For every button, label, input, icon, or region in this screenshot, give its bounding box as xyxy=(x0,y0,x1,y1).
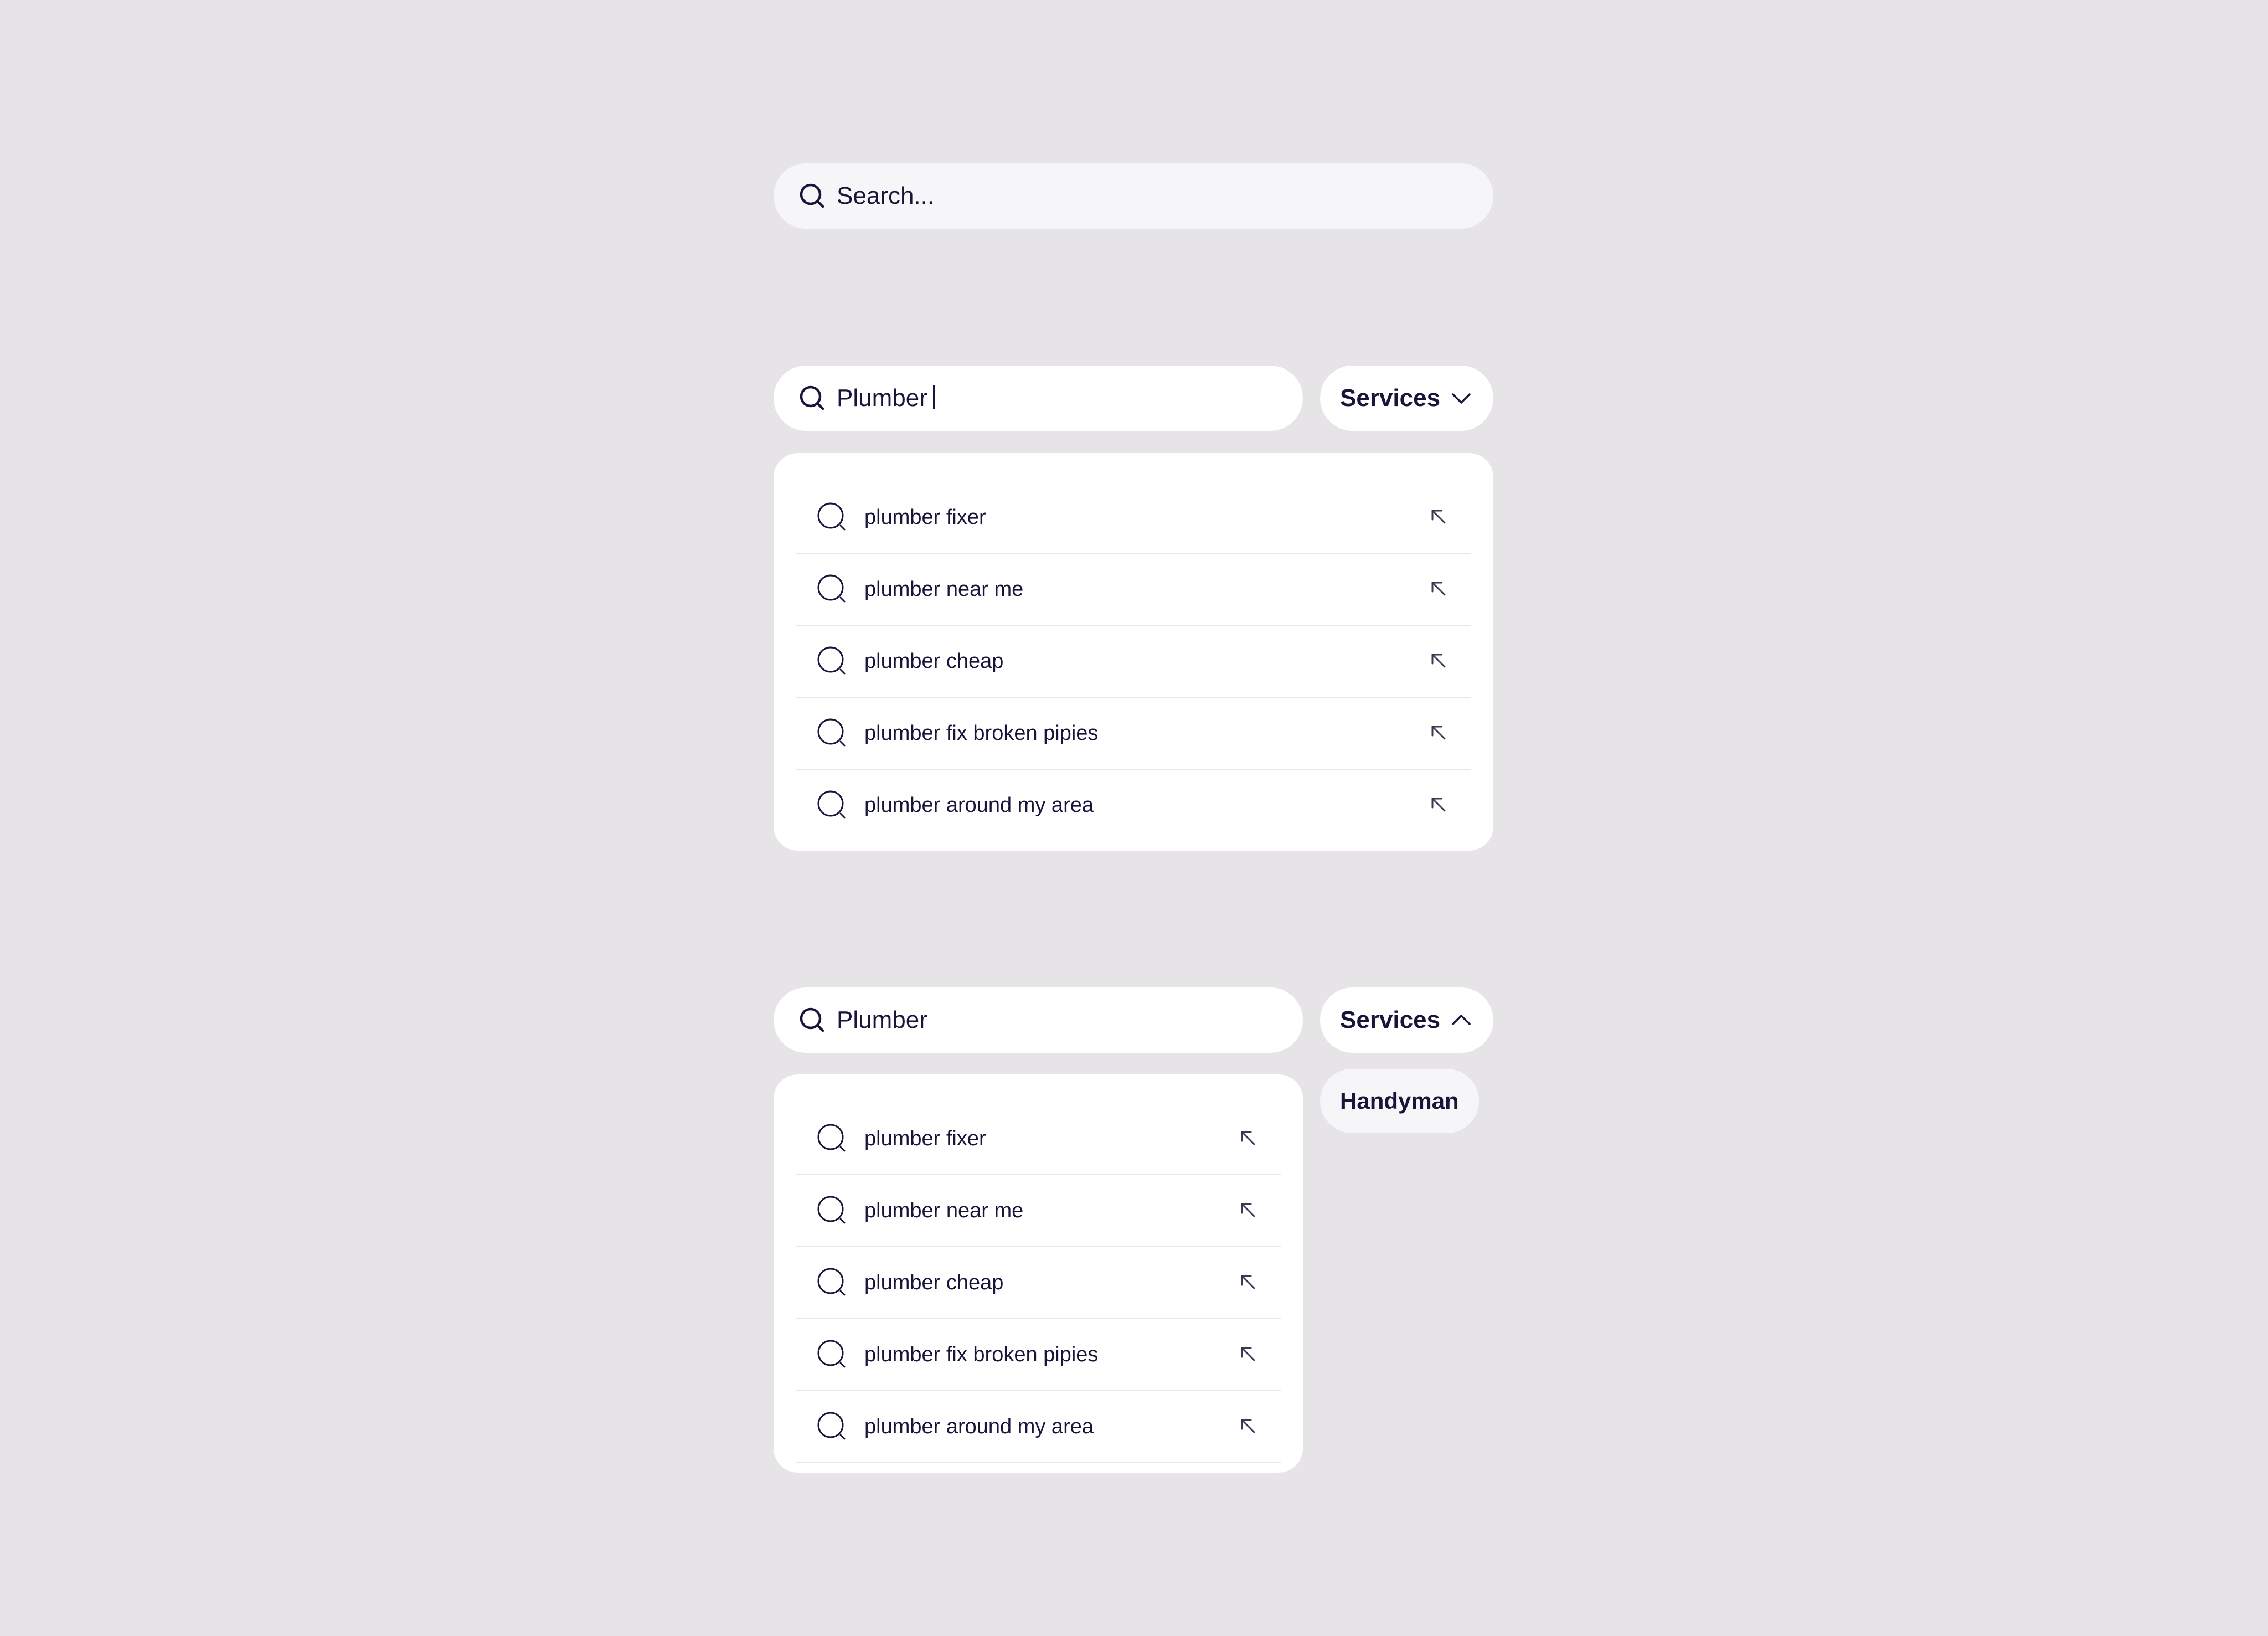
suggestion-item[interactable]: plumber fixer xyxy=(796,482,1471,554)
search-icon xyxy=(817,1267,848,1298)
suggestion-text: plumber around my area xyxy=(864,793,1094,817)
suggestion-text: plumber cheap xyxy=(864,1270,1004,1294)
search-icon xyxy=(817,574,848,605)
suggestion-text: plumber fix broken pipies xyxy=(864,1342,1099,1366)
arrow-up-left-icon[interactable] xyxy=(1239,1201,1259,1221)
suggestion-item[interactable]: plumber fixer xyxy=(796,1103,1281,1175)
arrow-up-left-icon[interactable] xyxy=(1429,507,1449,527)
search-icon xyxy=(798,384,827,413)
arrow-up-left-icon[interactable] xyxy=(1429,795,1449,815)
suggestion-text: plumber around my area xyxy=(864,1414,1094,1438)
search-icon xyxy=(817,718,848,749)
suggestion-item[interactable]: plumber cheap xyxy=(796,626,1471,698)
arrow-up-left-icon[interactable] xyxy=(1429,651,1449,671)
search-input-value: Plumber xyxy=(837,384,935,412)
suggestion-text: plumber fixer xyxy=(864,1126,986,1150)
suggestion-text: plumber near me xyxy=(864,577,1024,601)
search-icon xyxy=(817,502,848,533)
search-bar-filtered[interactable]: Plumber xyxy=(774,987,1303,1053)
search-icon xyxy=(817,1123,848,1154)
arrow-up-left-icon[interactable] xyxy=(1429,579,1449,599)
text-caret xyxy=(932,385,935,409)
suggestions-panel: plumber fixer plumber near me plumber ch… xyxy=(774,453,1493,851)
search-icon xyxy=(817,1339,848,1370)
search-bar-idle[interactable]: Search... xyxy=(774,163,1493,229)
search-icon xyxy=(817,646,848,677)
chevron-up-icon xyxy=(1450,1009,1472,1031)
suggestion-item[interactable]: plumber fix broken pipies xyxy=(796,698,1471,770)
search-input-text: Plumber xyxy=(837,1006,927,1033)
suggestion-text: plumber near me xyxy=(864,1198,1024,1222)
services-label: Services xyxy=(1340,1006,1441,1033)
suggestion-item[interactable]: plumber fix broken pipies xyxy=(796,1319,1281,1391)
search-icon xyxy=(798,1006,827,1035)
search-bar-typing[interactable]: Plumber xyxy=(774,366,1303,431)
arrow-up-left-icon[interactable] xyxy=(1239,1129,1259,1149)
suggestion-text: plumber cheap xyxy=(864,649,1004,673)
option-label: Handyman xyxy=(1340,1088,1459,1114)
arrow-up-left-icon[interactable] xyxy=(1239,1273,1259,1293)
search-icon xyxy=(817,1195,848,1226)
arrow-up-left-icon[interactable] xyxy=(1429,723,1449,743)
suggestion-item[interactable]: plumber near me xyxy=(796,554,1471,626)
suggestion-item[interactable]: plumber cheap xyxy=(796,1247,1281,1319)
suggestion-text: plumber fix broken pipies xyxy=(864,721,1099,745)
chevron-down-icon xyxy=(1450,387,1472,409)
search-icon xyxy=(798,182,827,210)
search-placeholder: Search... xyxy=(837,182,935,209)
suggestions-panel: plumber fixer plumber near me plumber ch… xyxy=(774,1074,1303,1473)
services-dropdown-button[interactable]: Services xyxy=(1320,366,1493,431)
services-option-handyman[interactable]: Handyman xyxy=(1320,1069,1479,1133)
suggestion-item[interactable]: plumber around my area xyxy=(796,770,1471,841)
arrow-up-left-icon[interactable] xyxy=(1239,1417,1259,1437)
suggestion-item[interactable]: plumber around my area xyxy=(796,1391,1281,1463)
services-dropdown-button[interactable]: Services xyxy=(1320,987,1493,1053)
search-icon xyxy=(817,790,848,821)
services-label: Services xyxy=(1340,384,1441,411)
arrow-up-left-icon[interactable] xyxy=(1239,1345,1259,1365)
search-icon xyxy=(817,1411,848,1442)
search-input-text: Plumber xyxy=(837,384,927,411)
suggestion-text: plumber fixer xyxy=(864,505,986,529)
suggestion-item[interactable]: plumber near me xyxy=(796,1175,1281,1247)
